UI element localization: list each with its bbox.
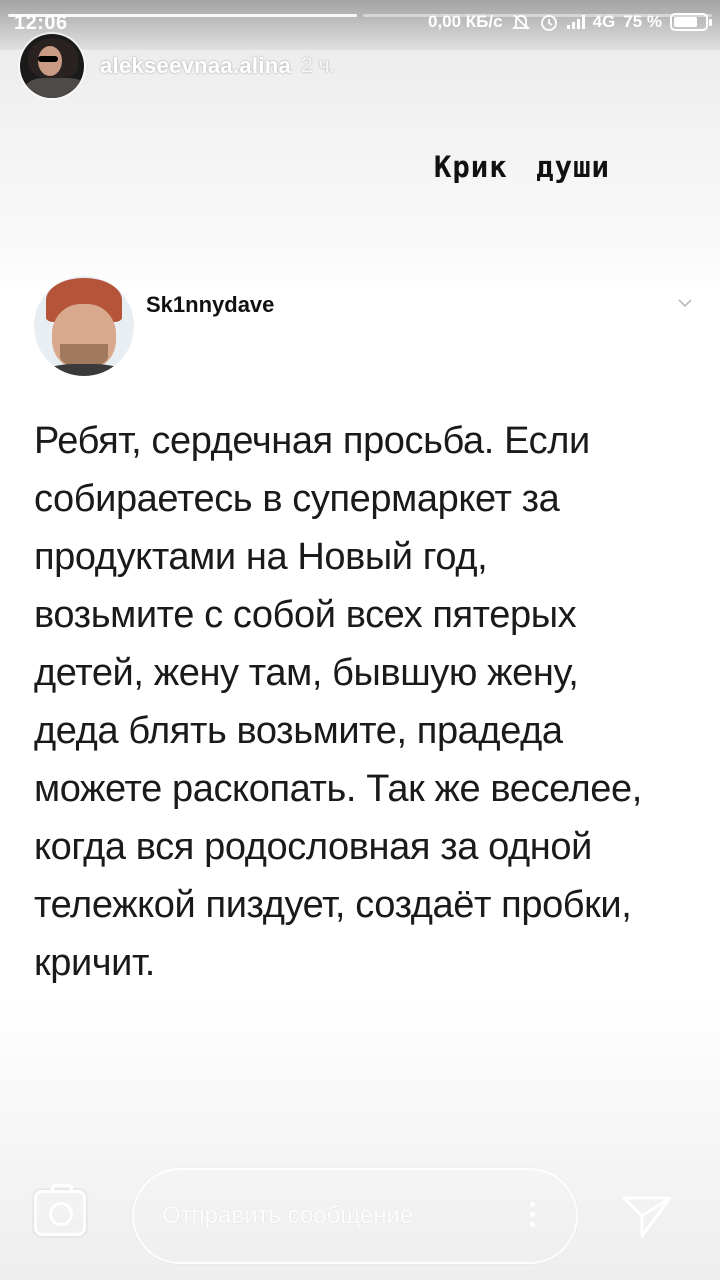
message-placeholder: Отправить сообщение xyxy=(162,1202,414,1229)
progress-segment xyxy=(363,14,712,17)
send-icon[interactable] xyxy=(620,1190,674,1240)
progress-segment xyxy=(8,14,357,17)
tweet-text: Ребят, сердечная просьба. Если собираете… xyxy=(34,420,642,984)
message-input[interactable]: Отправить сообщение xyxy=(132,1168,578,1264)
story-caption: Крик души xyxy=(433,150,610,184)
story-author[interactable]: alekseevnaa.alina 2 ч. xyxy=(20,34,335,98)
tweet-handle: Sk1nnydave xyxy=(146,292,275,317)
author-username[interactable]: alekseevnaa.alina xyxy=(100,53,291,79)
author-avatar[interactable] xyxy=(20,34,84,98)
tweet-card: Sk1nnydave Ребят, сердечная просьба. Есл… xyxy=(0,262,720,1002)
story-time-ago: 2 ч. xyxy=(301,54,336,77)
battery-fill xyxy=(674,17,697,27)
chevron-down-icon xyxy=(678,299,692,308)
story-progress-bar xyxy=(8,14,712,18)
tweet-avatar xyxy=(34,276,134,376)
more-vertical-icon[interactable] xyxy=(530,1202,536,1232)
camera-icon[interactable] xyxy=(34,1184,86,1236)
